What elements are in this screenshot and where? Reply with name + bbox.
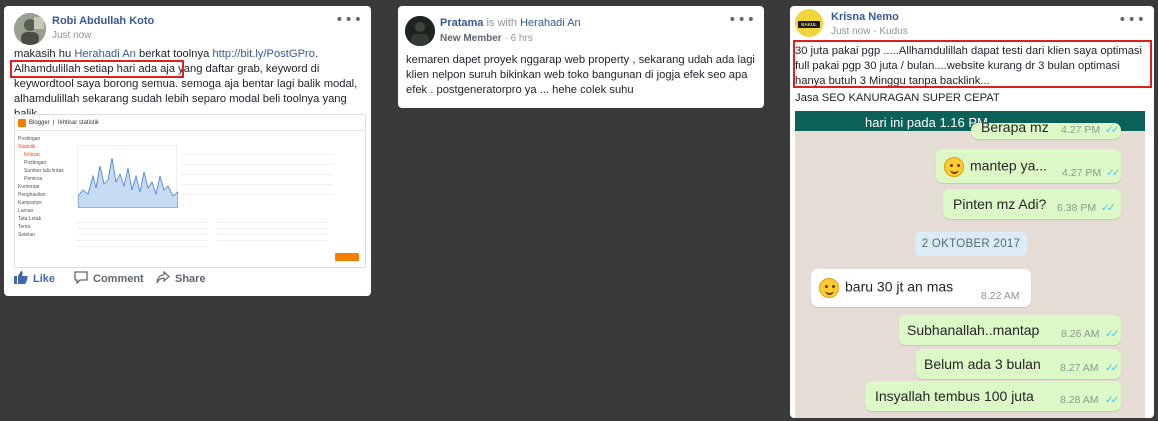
sidebar-item: Pemirsa bbox=[24, 176, 43, 182]
chat-message-out: Insyallah tembus 100 juta 8.28 AM ✓✓ bbox=[865, 381, 1121, 411]
message-text: baru 30 jt an mas bbox=[845, 278, 954, 295]
last-seen-text: hari ini pada 1.16 PM bbox=[865, 115, 988, 130]
read-ticks-icon: ✓✓ bbox=[1105, 362, 1120, 374]
sidebar-item: Postingan bbox=[18, 136, 41, 142]
author-name[interactable]: Robi Abdullah Koto bbox=[52, 15, 154, 27]
comment-button[interactable]: Comment bbox=[74, 271, 144, 287]
mention-link[interactable]: Herahadi An bbox=[74, 48, 136, 60]
message-text: Belum ada 3 bulan bbox=[924, 356, 1041, 372]
smile-emoji-icon bbox=[819, 278, 839, 298]
sidebar-item: Postingan bbox=[24, 160, 47, 166]
like-button[interactable]: Like bbox=[14, 271, 55, 287]
message-text: Insyallah tembus 100 juta bbox=[875, 388, 1034, 404]
message-time: 8.28 AM bbox=[1060, 394, 1099, 406]
post-text-tagline: Jasa SEO KANURAGAN SUPER CEPAT bbox=[795, 92, 1000, 104]
author-name[interactable]: Krisna Nemo bbox=[831, 11, 899, 23]
author-name[interactable]: Pratama bbox=[440, 17, 483, 29]
message-text: Berapa mz bbox=[981, 119, 1049, 135]
sidebar-item: Penghasilan bbox=[18, 192, 46, 198]
message-text: Subhanallah..mantap bbox=[907, 322, 1040, 338]
whatsapp-chat-screenshot: hari ini pada 1.16 PM Berapa mz 4.27 PM … bbox=[795, 111, 1145, 418]
sidebar-item: Setelan bbox=[18, 232, 35, 238]
with-text: is with bbox=[486, 17, 518, 29]
screenshot-orange-button bbox=[335, 253, 359, 261]
comment-label: Comment bbox=[93, 272, 144, 285]
date-separator: 2 OKTOBER 2017 bbox=[915, 232, 1027, 256]
pageviews-chart bbox=[77, 145, 179, 209]
read-ticks-icon: ✓✓ bbox=[1105, 328, 1120, 340]
chat-message-in: baru 30 jt an mas 8.22 AM bbox=[811, 269, 1031, 307]
screenshot-main bbox=[77, 145, 363, 265]
chat-message-out: Berapa mz 4.27 PM ✓✓ bbox=[971, 119, 1121, 139]
read-ticks-icon: ✓✓ bbox=[1106, 167, 1121, 179]
traffic-table bbox=[217, 217, 327, 241]
chat-message-out: Belum ada 3 bulan 8.27 AM ✓✓ bbox=[916, 349, 1121, 379]
comment-icon bbox=[74, 271, 88, 287]
share-button[interactable]: Share bbox=[156, 270, 206, 287]
post-card-krisna: BAKUL ORDER Krisna Nemo Just now · Kudus… bbox=[790, 6, 1154, 418]
thumbs-up-icon bbox=[14, 271, 28, 287]
more-options-icon[interactable]: ••• bbox=[728, 12, 756, 28]
post-text: makasih hu Herahadi An berkat toolnya ht… bbox=[14, 47, 366, 122]
chat-message-out: Pinten mz Adi? 6.38 PM ✓✓ bbox=[943, 189, 1121, 219]
message-time: 4.27 PM bbox=[1061, 124, 1101, 136]
external-link[interactable]: http://bit.ly/PostGPro bbox=[212, 48, 315, 60]
author-avatar[interactable]: BAKUL ORDER bbox=[795, 9, 823, 37]
sidebar-item: Komentar bbox=[18, 184, 40, 190]
post-meta[interactable]: Just now · Kudus bbox=[831, 26, 908, 37]
screenshot-sidebar: Postingan Statistik Ikhtisar Postingan S… bbox=[15, 132, 75, 267]
message-text: mantep ya... bbox=[970, 157, 1048, 174]
member-badge: New Member bbox=[440, 33, 502, 44]
message-time: 8.26 AM bbox=[1061, 328, 1100, 340]
post-timestamp[interactable]: Just now bbox=[52, 30, 91, 41]
read-ticks-icon: ✓✓ bbox=[1105, 394, 1120, 406]
highlight-box bbox=[793, 40, 1152, 88]
post-meta: New Member · 6 hrs bbox=[440, 33, 533, 44]
like-label: Like bbox=[33, 272, 56, 285]
message-body: baru 30 jt an mas bbox=[819, 278, 953, 298]
message-time: 8.22 AM bbox=[981, 290, 1020, 302]
chat-message-out: mantep ya... 4.27 PM ✓✓ bbox=[936, 149, 1121, 183]
read-ticks-icon: ✓✓ bbox=[1101, 202, 1116, 214]
post-text-part: makasih hu bbox=[14, 48, 75, 60]
highlight-box bbox=[10, 60, 184, 78]
avatar-logo-text: BAKUL ORDER bbox=[800, 22, 818, 34]
post-card-robi: Robi Abdullah Koto Just now ••• makasih … bbox=[4, 6, 371, 296]
grin-emoji-icon bbox=[944, 157, 964, 177]
message-time: 6.38 PM bbox=[1057, 202, 1097, 214]
message-time: 4.27 PM bbox=[1062, 167, 1102, 179]
sidebar-item: Kampanye bbox=[18, 200, 42, 206]
sidebar-item: Tata Letak bbox=[18, 216, 42, 222]
message-body: mantep ya... bbox=[944, 157, 1047, 177]
author-avatar[interactable] bbox=[14, 13, 46, 45]
chat-message-out: Subhanallah..mantap 8.26 AM ✓✓ bbox=[899, 315, 1121, 345]
read-ticks-icon: ✓✓ bbox=[1105, 124, 1120, 136]
screenshot-section: Ikhtisar statistik bbox=[57, 120, 99, 126]
post-text-part: berkat toolnya bbox=[135, 48, 213, 60]
tagged-person[interactable]: Herahadi An bbox=[520, 17, 581, 29]
stats-table bbox=[181, 145, 333, 207]
post-text: kemaren dapet proyek nggarap web propert… bbox=[406, 54, 755, 96]
sidebar-item: Statistik bbox=[18, 144, 36, 150]
more-options-icon[interactable]: ••• bbox=[1118, 12, 1146, 28]
author-line: Pratama is with Herahadi An bbox=[440, 17, 581, 29]
share-icon bbox=[156, 270, 170, 287]
blogger-logo-icon bbox=[18, 119, 26, 127]
sidebar-item: Ikhtisar bbox=[24, 152, 41, 158]
post-card-pratama: Pratama is with Herahadi An New Member ·… bbox=[398, 6, 764, 108]
more-options-icon[interactable]: ••• bbox=[335, 12, 363, 28]
post-timestamp[interactable]: 6 hrs bbox=[511, 33, 533, 44]
sidebar-item: Sumber lalu lintas bbox=[24, 168, 64, 174]
sidebar-item: Tema bbox=[18, 224, 31, 230]
message-time: 8.27 AM bbox=[1060, 362, 1099, 374]
screenshot-topbar: Blogger | Ikhtisar statistik bbox=[15, 115, 365, 131]
sidebar-item: Laman bbox=[18, 208, 34, 214]
posts-table bbox=[77, 217, 207, 247]
author-avatar[interactable] bbox=[405, 16, 435, 46]
message-text: Pinten mz Adi? bbox=[953, 196, 1047, 212]
blogger-stats-screenshot: Blogger | Ikhtisar statistik Postingan S… bbox=[14, 114, 366, 268]
screenshot-app-name: Blogger bbox=[29, 120, 50, 126]
share-label: Share bbox=[175, 272, 206, 285]
